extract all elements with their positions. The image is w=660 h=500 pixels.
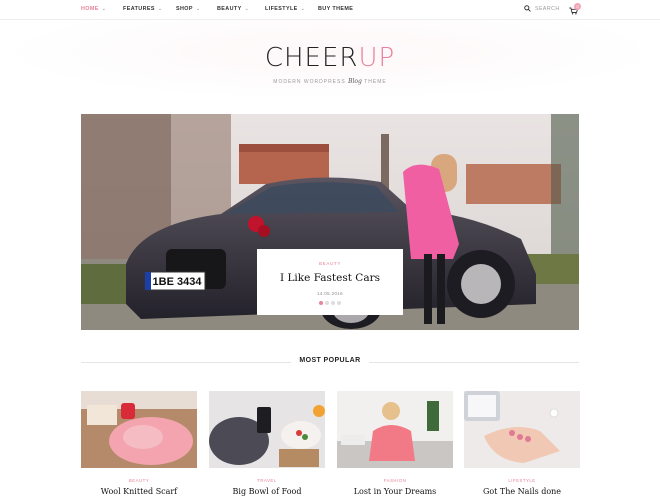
tagline-text: THEME (364, 79, 387, 85)
post-thumbnail[interactable] (81, 391, 197, 468)
hero-post-card[interactable]: BEAUTY I Like Fastest Cars 14.05.2016 (257, 249, 403, 315)
post-card[interactable]: BEAUTY Wool Knitted Scarf (81, 391, 197, 496)
nav-label: BUY THEME (318, 6, 354, 12)
slider-dots (257, 301, 403, 305)
logo-accent-text: UP (358, 43, 396, 73)
tagline-text: MODERN WORDPRESS (273, 79, 346, 85)
post-card[interactable]: TRAVEL Big Bowl of Food (209, 391, 325, 496)
nav-label: FEATURES (123, 6, 155, 12)
post-card[interactable]: LIFESTYLE Got The Nails done (464, 391, 580, 496)
post-category[interactable]: BEAUTY (81, 478, 197, 483)
chevron-down-icon: ⌄ (195, 6, 201, 12)
hero-date: 14.05.2016 (317, 291, 343, 296)
chevron-down-icon: ⌄ (244, 6, 250, 12)
logo-text: CHEER (264, 43, 359, 73)
post-category[interactable]: LIFESTYLE (464, 478, 580, 483)
section-heading: MOST POPULAR (299, 357, 361, 364)
nav-item-lifestyle[interactable]: LIFESTYLE ⌄ (265, 6, 305, 12)
hero-slider[interactable]: 1BE 3434 BEAUTY I Like Fastest Cars 14.0… (81, 114, 579, 330)
chevron-down-icon: ⌄ (101, 6, 107, 12)
chevron-down-icon: ⌄ (157, 6, 163, 12)
nav-label: LIFESTYLE (265, 6, 298, 12)
nav-label: SHOP (176, 6, 193, 12)
nav-item-shop[interactable]: SHOP ⌄ (176, 6, 200, 12)
hero-category[interactable]: BEAUTY (257, 261, 403, 266)
post-thumbnail[interactable] (209, 391, 325, 468)
search-button[interactable]: SEARCH (524, 5, 560, 12)
slider-dot[interactable] (337, 301, 341, 305)
post-card[interactable]: FASHION Lost in Your Dreams (337, 391, 453, 496)
site-tagline: MODERN WORDPRESS Blog THEME (0, 78, 660, 85)
slider-dot[interactable] (331, 301, 335, 305)
nav-item-buy-theme[interactable]: BUY THEME (318, 6, 353, 12)
post-title[interactable]: Big Bowl of Food (209, 487, 325, 496)
nav-item-features[interactable]: FEATURES ⌄ (123, 6, 162, 12)
nav-label: HOME (81, 6, 99, 12)
tagline-script: Blog (348, 78, 362, 85)
post-thumbnail[interactable] (337, 391, 453, 468)
post-title[interactable]: Wool Knitted Scarf (81, 487, 197, 496)
nav-item-beauty[interactable]: BEAUTY ⌄ (217, 6, 249, 12)
nav-label: BEAUTY (217, 6, 242, 12)
chevron-down-icon: ⌄ (300, 6, 306, 12)
top-navigation: HOME ⌄ FEATURES ⌄ SHOP ⌄ BEAUTY ⌄ LIFESTYLE ⌄… (0, 0, 660, 20)
license-plate-text: 1BE 3434 (153, 276, 203, 288)
post-thumbnail[interactable] (464, 391, 580, 468)
hero-title[interactable]: I Like Fastest Cars (257, 272, 403, 284)
slider-dot[interactable] (325, 301, 329, 305)
nav-item-home[interactable]: HOME ⌄ (81, 6, 106, 12)
cart-count-badge: 0 (574, 3, 581, 10)
post-category[interactable]: TRAVEL (209, 478, 325, 483)
slider-dot[interactable] (319, 301, 323, 305)
post-category[interactable]: FASHION (337, 478, 453, 483)
search-label: SEARCH (535, 5, 560, 12)
site-logo[interactable]: CHEERUP (0, 43, 660, 73)
search-icon (524, 5, 531, 12)
post-title[interactable]: Got The Nails done (464, 487, 580, 496)
post-title[interactable]: Lost in Your Dreams (337, 487, 453, 496)
